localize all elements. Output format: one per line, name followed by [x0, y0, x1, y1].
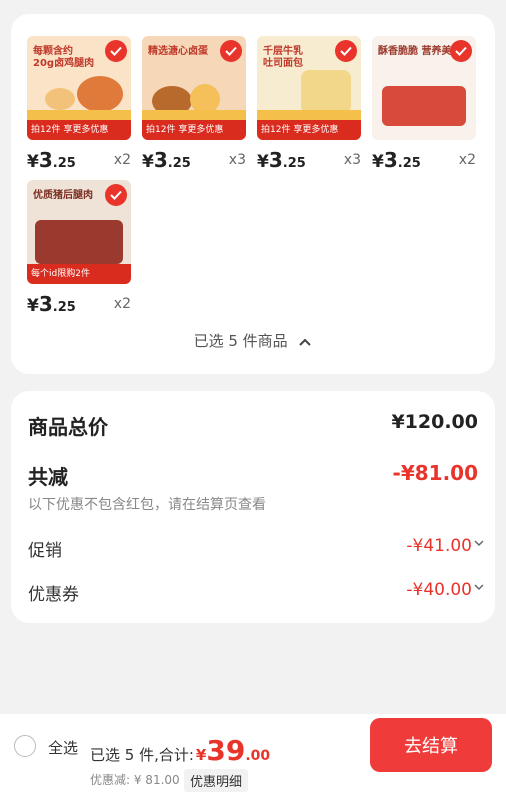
product-image-banner: 每个id限购2件 — [27, 264, 131, 284]
chevron-down-icon — [474, 584, 484, 591]
product-price: ¥3.25 — [142, 148, 191, 172]
chevron-up-icon — [299, 338, 312, 346]
discount-note: 以下优惠不包含红包，请在结算页查看 — [28, 497, 266, 513]
product-image-banner: 拍12件 享更多优惠 — [27, 120, 131, 140]
coupon-label: 优惠券 — [28, 585, 79, 605]
product-price: ¥3.25 — [257, 148, 306, 172]
product-price-row: ¥3.25 x3 — [257, 148, 361, 172]
total-amount-int: 39 — [206, 734, 246, 767]
selected-items-toggle[interactable]: 已选 5 件商品 — [11, 330, 495, 351]
product-image[interactable]: 精选溏心卤蛋 拍12件 享更多优惠 — [142, 36, 246, 140]
total-currency: ¥ — [195, 746, 207, 764]
product-price-row: ¥3.25 x2 — [27, 292, 131, 316]
check-icon[interactable] — [450, 40, 472, 62]
product-image-headline: 精选溏心卤蛋 — [148, 46, 208, 57]
coupon-value: -¥40.00 — [406, 580, 472, 600]
check-icon[interactable] — [105, 40, 127, 62]
selected-items-card: 每颗含约 20g卤鸡腿肉 拍12件 享更多优惠 ¥3.25 x2 精选溏心卤蛋 … — [11, 14, 495, 374]
select-all-checkbox[interactable] — [14, 735, 36, 757]
total-price-label: 商品总价 — [28, 415, 108, 439]
select-all-label[interactable]: 全选 — [48, 737, 78, 758]
check-icon[interactable] — [105, 184, 127, 206]
selected-count-label: 已选 5 件,合计: — [90, 746, 194, 764]
product-price-row: ¥3.25 x2 — [27, 148, 131, 172]
product-quantity: x2 — [113, 152, 131, 168]
product-image[interactable]: 酥香脆脆 营养美味 — [372, 36, 476, 140]
total-amount-dec: .00 — [245, 748, 271, 764]
product-image[interactable]: 千层牛乳 吐司面包 拍12件 享更多优惠 — [257, 36, 361, 140]
product-image[interactable]: 每颗含约 20g卤鸡腿肉 拍12件 享更多优惠 — [27, 36, 131, 140]
order-total: 已选 5 件,合计: ¥39.00 — [90, 734, 270, 767]
product-card[interactable]: 酥香脆脆 营养美味 ¥3.25 x2 — [372, 36, 476, 172]
product-price-row: ¥3.25 x2 — [372, 148, 476, 172]
chevron-down-icon — [474, 540, 484, 547]
discount-amount: 优惠减: ¥ 81.00 — [90, 773, 180, 787]
promotion-value: -¥41.00 — [406, 536, 472, 556]
check-icon[interactable] — [335, 40, 357, 62]
total-reduction-value: -¥81.00 — [392, 461, 478, 485]
checkout-bar: 全选 已选 5 件,合计: ¥39.00 优惠减: ¥ 81.00 优惠明细 去结… — [0, 714, 506, 800]
selected-items-count: 已选 5 件商品 — [193, 332, 288, 350]
product-price: ¥3.25 — [372, 148, 421, 172]
product-card[interactable]: 千层牛乳 吐司面包 拍12件 享更多优惠 ¥3.25 x3 — [257, 36, 361, 172]
product-quantity: x3 — [228, 152, 246, 168]
checkout-button[interactable]: 去结算 — [370, 718, 492, 772]
total-price-value: ¥120.00 — [391, 411, 478, 433]
product-image-headline: 酥香脆脆 营养美味 — [378, 46, 462, 57]
product-image-banner: 拍12件 享更多优惠 — [257, 120, 361, 140]
product-card[interactable]: 每颗含约 20g卤鸡腿肉 拍12件 享更多优惠 ¥3.25 x2 — [27, 36, 131, 172]
product-card[interactable]: 精选溏心卤蛋 拍12件 享更多优惠 ¥3.25 x3 — [142, 36, 246, 172]
product-image-banner: 拍12件 享更多优惠 — [142, 120, 246, 140]
product-quantity: x2 — [458, 152, 476, 168]
price-summary-card: 商品总价 ¥120.00 共减 -¥81.00 以下优惠不包含红包，请在结算页查… — [11, 391, 495, 623]
product-price-row: ¥3.25 x3 — [142, 148, 246, 172]
product-quantity: x2 — [113, 296, 131, 312]
discount-detail-button[interactable]: 优惠明细 — [184, 769, 249, 792]
product-price: ¥3.25 — [27, 292, 76, 316]
product-quantity: x3 — [343, 152, 361, 168]
check-icon[interactable] — [220, 40, 242, 62]
product-image-headline: 千层牛乳 吐司面包 — [263, 46, 303, 69]
product-image-headline: 每颗含约 20g卤鸡腿肉 — [33, 46, 95, 69]
product-price: ¥3.25 — [27, 148, 76, 172]
product-image-headline: 优质猪后腿肉 — [33, 190, 93, 201]
product-image[interactable]: 优质猪后腿肉 每个id限购2件 — [27, 180, 131, 284]
total-reduction-label: 共减 — [28, 465, 68, 489]
product-card[interactable]: 优质猪后腿肉 每个id限购2件 ¥3.25 x2 — [27, 180, 131, 316]
promotion-label: 促销 — [28, 541, 62, 561]
